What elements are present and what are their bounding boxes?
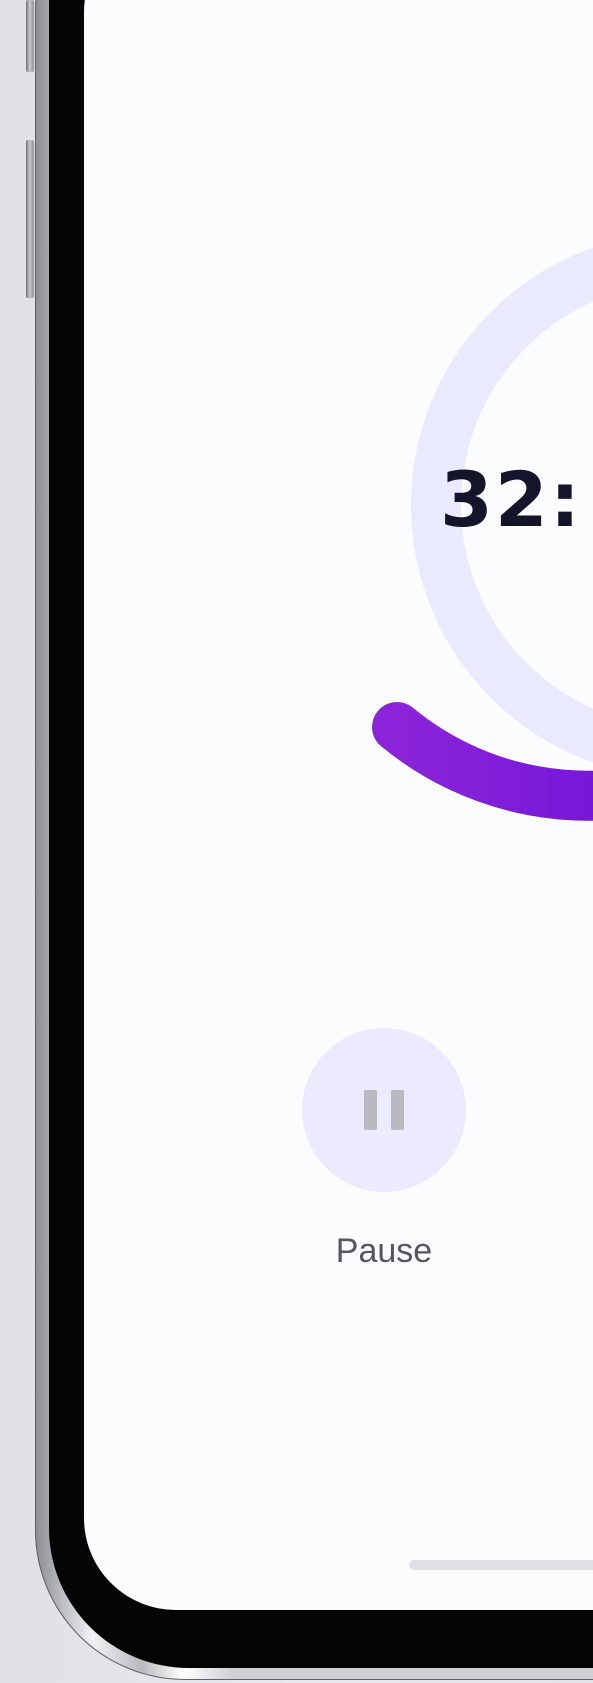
app-screen: 32: Pause xyxy=(84,0,593,1610)
pause-bar-right xyxy=(391,1090,404,1130)
pause-button[interactable] xyxy=(302,1028,466,1192)
home-indicator[interactable] xyxy=(409,1560,593,1570)
side-button xyxy=(26,0,34,72)
pause-icon xyxy=(364,1090,404,1130)
device-frame: 32: Pause xyxy=(0,0,593,1683)
pause-label: Pause xyxy=(335,1232,433,1270)
pause-bar-left xyxy=(364,1090,377,1130)
timer-ring xyxy=(372,247,593,821)
timer-display: 32: xyxy=(440,455,583,544)
volume-button xyxy=(26,140,34,298)
